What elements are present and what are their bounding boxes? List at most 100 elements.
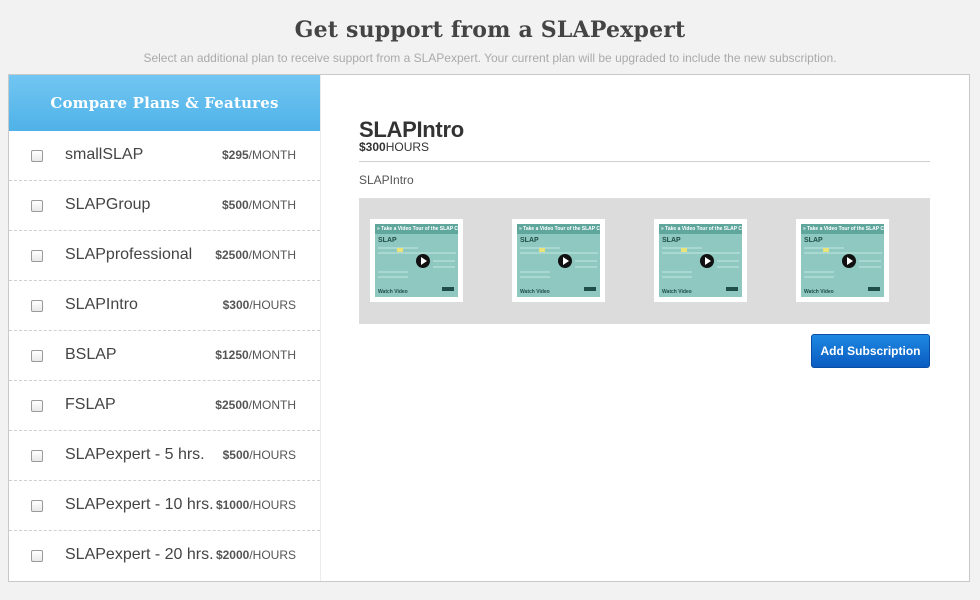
video-thumbnail-banner: » Take a Video Tour of the SLAP Center (517, 224, 600, 234)
plan-checkbox[interactable] (31, 350, 43, 362)
thumb-line (378, 252, 456, 254)
play-icon[interactable] (558, 254, 572, 268)
thumb-highlight (539, 248, 545, 252)
plan-name: SLAPexpert - 10 hrs. (65, 496, 214, 513)
plan-detail: SLAPIntro $300HOURS SLAPIntro » Take a V… (359, 75, 930, 581)
thumb-line (804, 276, 834, 278)
plan-price-unit: /MONTH (248, 398, 296, 412)
thumb-line (804, 252, 882, 254)
video-thumbnail-image: » Take a Video Tour of the SLAP Center SL… (375, 224, 458, 297)
video-thumbnail[interactable]: » Take a Video Tour of the SLAP Center SL… (512, 219, 605, 302)
page-header: Get support from a SLAPexpert Select an … (0, 0, 980, 66)
plan-name: SLAPexpert - 5 hrs. (65, 446, 205, 463)
plan-price-amount: $300 (222, 298, 250, 312)
thumb-line (859, 260, 881, 262)
video-thumbnail[interactable]: » Take a Video Tour of the SLAP Center SL… (796, 219, 889, 302)
plan-detail-price: $300HOURS (359, 140, 429, 154)
plan-row[interactable]: smallSLAP $295/MONTH (9, 131, 320, 181)
plan-row[interactable]: SLAPexpert - 5 hrs. $500/HOURS (9, 431, 320, 481)
play-icon[interactable] (700, 254, 714, 268)
plan-detail-price-amount: $300 (359, 140, 386, 154)
plan-name: SLAPexpert - 20 hrs. (65, 546, 214, 563)
thumb-line (575, 260, 597, 262)
thumb-highlight (397, 248, 403, 252)
plan-checkbox[interactable] (31, 150, 43, 162)
plan-row[interactable]: FSLAP $2500/MONTH (9, 381, 320, 431)
plan-price-unit: /HOURS (249, 298, 296, 312)
thumb-line (378, 271, 408, 273)
plan-name: SLAPprofessional (65, 246, 193, 263)
thumb-line (520, 252, 598, 254)
plan-name: SLAPGroup (65, 196, 151, 213)
thumb-line (859, 266, 881, 268)
video-thumbnail-banner: » Take a Video Tour of the SLAP Center (801, 224, 884, 234)
plan-price-amount: $500 (221, 198, 249, 212)
thumb-line (662, 276, 692, 278)
play-icon[interactable] (842, 254, 856, 268)
plan-row[interactable]: SLAPexpert - 10 hrs. $1000/HOURS (9, 481, 320, 531)
plan-price-unit: /MONTH (248, 348, 296, 362)
detail-divider (359, 161, 930, 162)
plan-price-unit: /HOURS (249, 498, 296, 512)
plan-price: $2000/HOURS (216, 548, 296, 562)
plan-price: $1000/HOURS (216, 498, 296, 512)
plan-checkbox[interactable] (31, 550, 43, 562)
plan-price-amount: $500 (222, 448, 250, 462)
video-thumbnail-image: » Take a Video Tour of the SLAP Center SL… (517, 224, 600, 297)
plan-row[interactable]: SLAPprofessional $2500/MONTH (9, 231, 320, 281)
panel-divider (320, 75, 321, 581)
video-thumbnail-banner: » Take a Video Tour of the SLAP Center (659, 224, 742, 234)
thumb-line (433, 266, 455, 268)
video-thumbnail[interactable]: » Take a Video Tour of the SLAP Center SL… (654, 219, 747, 302)
thumb-highlight (823, 248, 829, 252)
page-title: Get support from a SLAPexpert (294, 17, 686, 43)
thumb-line (520, 271, 550, 273)
thumb-line (520, 276, 550, 278)
video-thumbnail-caption: Watch Video (520, 289, 550, 295)
thumb-button-shape (442, 287, 454, 291)
plan-price-amount: $1250 (215, 348, 249, 362)
plan-checkbox[interactable] (31, 400, 43, 412)
plan-name: smallSLAP (65, 146, 144, 163)
plan-row[interactable]: SLAPexpert - 20 hrs. $2000/HOURS (9, 531, 320, 577)
plan-price-unit: /MONTH (248, 198, 296, 212)
plan-checkbox[interactable] (31, 250, 43, 262)
video-thumbnail-logo: SLAP (804, 237, 823, 244)
plan-row[interactable]: SLAPIntro $300/HOURS (9, 281, 320, 331)
plan-row[interactable]: SLAPGroup $500/MONTH (9, 181, 320, 231)
video-strip: » Take a Video Tour of the SLAP Center SL… (359, 198, 930, 324)
thumb-highlight (681, 248, 687, 252)
plan-checkbox[interactable] (31, 450, 43, 462)
plan-price-unit: /HOURS (249, 548, 296, 562)
plan-checkbox[interactable] (31, 300, 43, 312)
plan-price-amount: $295 (221, 148, 249, 162)
video-thumbnail-image: » Take a Video Tour of the SLAP Center SL… (801, 224, 884, 297)
thumb-line (378, 276, 408, 278)
plan-price: $500/MONTH (222, 198, 296, 212)
plan-checkbox[interactable] (31, 200, 43, 212)
thumb-line (662, 252, 740, 254)
thumb-line (717, 266, 739, 268)
video-thumbnail-logo: SLAP (378, 237, 397, 244)
plan-price-amount: $2000 (215, 548, 250, 562)
plans-panel: Compare Plans & Features smallSLAP $295/M… (8, 74, 970, 582)
plan-price: $2500/MONTH (215, 248, 296, 262)
plan-price: $2500/MONTH (215, 398, 296, 412)
add-subscription-button[interactable]: Add Subscription (811, 334, 930, 368)
video-thumbnail-logo: SLAP (662, 237, 681, 244)
compare-plans-header: Compare Plans & Features (9, 75, 320, 131)
plan-price: $1250/MONTH (215, 348, 296, 362)
plan-checkbox[interactable] (31, 500, 43, 512)
plan-price-amount: $2500 (215, 398, 249, 412)
thumb-line (804, 271, 834, 273)
video-thumbnail[interactable]: » Take a Video Tour of the SLAP Center SL… (370, 219, 463, 302)
play-icon[interactable] (416, 254, 430, 268)
plan-list: smallSLAP $295/MONTH SLAPGroup $500/MONTH SL… (9, 131, 320, 577)
plan-detail-price-unit: HOURS (385, 140, 430, 154)
thumb-line (717, 260, 739, 262)
plan-row[interactable]: BSLAP $1250/MONTH (9, 331, 320, 381)
plan-price-unit: /HOURS (249, 448, 296, 462)
plan-price-unit: /MONTH (248, 248, 296, 262)
plan-price-unit: /MONTH (248, 148, 296, 162)
thumb-button-shape (868, 287, 880, 291)
